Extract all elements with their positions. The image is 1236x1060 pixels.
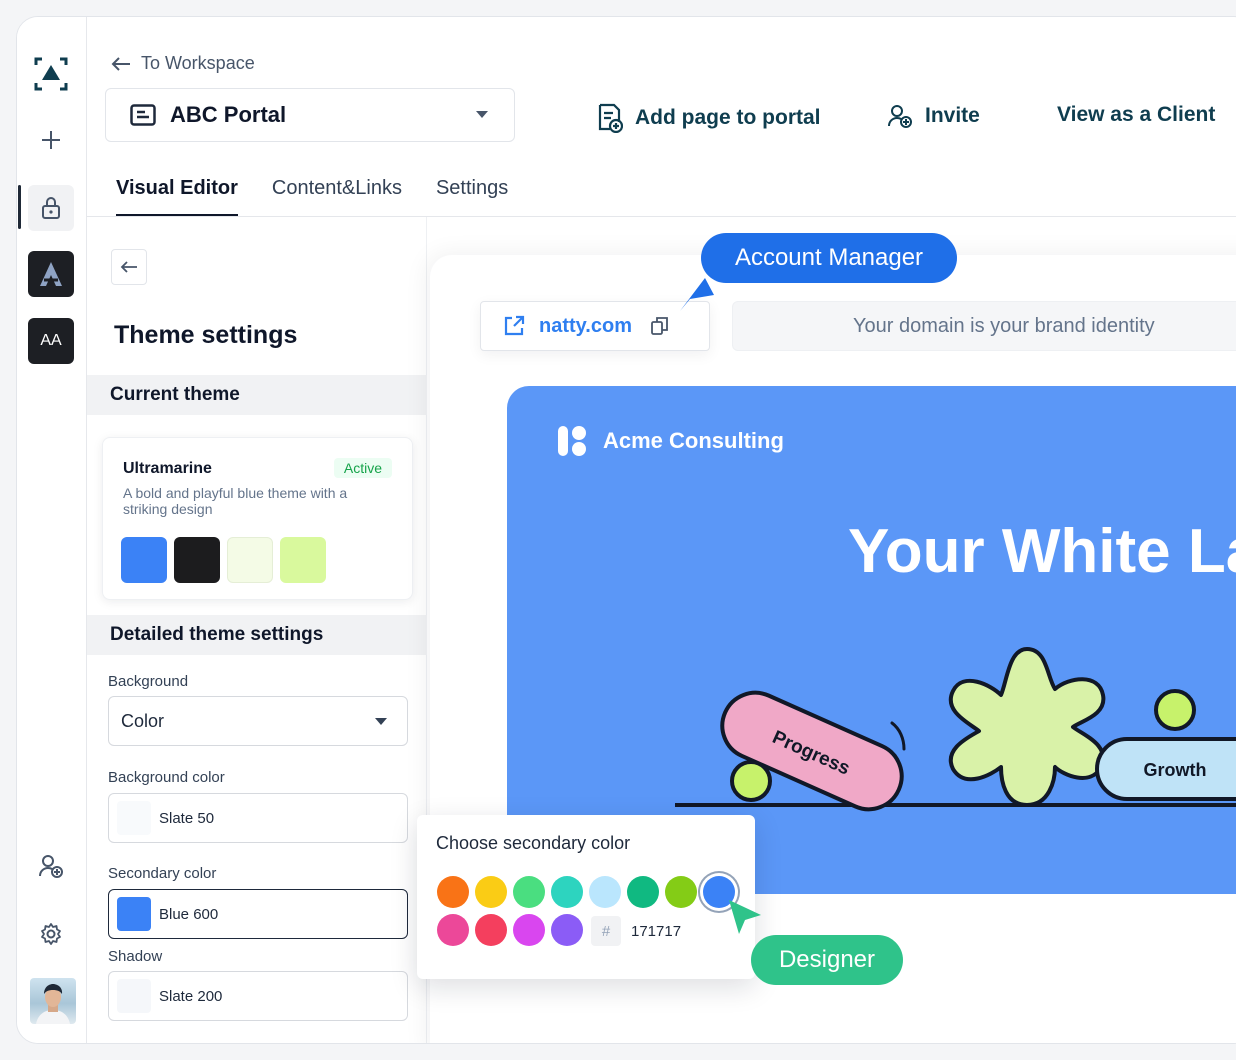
theme-swatch-cream xyxy=(227,537,273,583)
app-window: AA To Workspace ABC Portal Add page to p… xyxy=(16,16,1236,1044)
hero-title: Your White La xyxy=(848,517,1236,586)
theme-description: A bold and playful blue theme with a str… xyxy=(123,485,348,517)
external-link-icon xyxy=(504,315,525,336)
lock-icon[interactable] xyxy=(28,185,74,231)
cursor-pointer-green-icon xyxy=(729,900,761,934)
portal-name: ABC Portal xyxy=(170,102,287,127)
background-color-value: Slate 50 xyxy=(159,809,215,827)
growth-capsule: Growth xyxy=(1095,737,1236,801)
background-color-label: Background color xyxy=(108,769,225,786)
portal-selector[interactable]: ABC Portal xyxy=(105,88,515,142)
view-as-client-button[interactable]: View as a Client xyxy=(1057,103,1215,127)
tab-settings[interactable]: Settings xyxy=(436,177,508,216)
panel-title: Theme settings xyxy=(114,321,298,349)
color-option-yellow[interactable] xyxy=(475,876,507,908)
arrow-left-icon xyxy=(120,261,137,273)
add-page-button[interactable]: Add page to portal xyxy=(597,103,821,133)
domain-text: natty.com xyxy=(539,314,632,337)
designer-callout: Designer xyxy=(751,935,903,985)
chevron-down-icon xyxy=(476,111,488,118)
invite-button[interactable]: Invite xyxy=(887,103,980,129)
theme-swatch-blue xyxy=(121,537,167,583)
back-to-workspace-link[interactable]: To Workspace xyxy=(111,53,255,74)
color-option-violet[interactable] xyxy=(551,914,583,946)
color-option-pink[interactable] xyxy=(437,914,469,946)
add-user-icon[interactable] xyxy=(28,843,74,889)
editor-tabs: Visual Editor Content&Links Settings xyxy=(116,177,508,216)
hex-input[interactable]: # 171717 xyxy=(591,916,737,946)
invite-label: Invite xyxy=(925,104,980,127)
background-label: Background xyxy=(108,673,189,690)
hero-brand: Acme Consulting xyxy=(555,424,784,458)
cursor-pointer-blue-icon xyxy=(680,278,714,311)
color-option-light-blue[interactable] xyxy=(589,876,621,908)
domain-hint: Your domain is your brand identity xyxy=(732,301,1236,351)
back-link-label: To Workspace xyxy=(141,53,255,73)
theme-name: Ultramarine xyxy=(123,460,212,477)
color-chip-slate-50 xyxy=(117,801,151,835)
hero-illustration: Progress Growth xyxy=(675,647,1236,812)
logo-icon[interactable] xyxy=(28,51,74,97)
color-option-magenta[interactable] xyxy=(513,914,545,946)
acme-logo-icon xyxy=(558,426,586,456)
color-chip-blue-600 xyxy=(117,897,151,931)
add-page-icon xyxy=(598,103,623,133)
flower-shape xyxy=(948,647,1106,807)
sidebar-rail: AA xyxy=(17,17,87,1043)
view-as-client-label: View as a Client xyxy=(1057,103,1216,126)
theme-swatch-black xyxy=(174,537,220,583)
secondary-color-field[interactable]: Blue 600 xyxy=(108,889,408,939)
portal-icon xyxy=(130,104,156,126)
add-page-label: Add page to portal xyxy=(635,106,821,129)
avatar[interactable] xyxy=(30,978,76,1024)
secondary-color-picker: Choose secondary color # 171717 xyxy=(417,815,755,979)
status-badge: Active xyxy=(333,458,392,478)
detailed-theme-heading: Detailed theme settings xyxy=(87,615,427,655)
growth-label: Growth xyxy=(1144,760,1207,780)
tab-visual-editor[interactable]: Visual Editor xyxy=(116,177,238,216)
background-color-field[interactable]: Slate 50 xyxy=(108,793,408,843)
shadow-value: Slate 200 xyxy=(159,987,223,1005)
secondary-color-label: Secondary color xyxy=(108,865,217,882)
background-select[interactable]: Color xyxy=(108,696,408,746)
color-chip-slate-200 xyxy=(117,979,151,1013)
panel-back-button[interactable] xyxy=(111,249,147,285)
account-manager-callout: Account Manager xyxy=(701,233,957,283)
color-option-orange[interactable] xyxy=(437,876,469,908)
hex-value: 171717 xyxy=(631,922,682,940)
secondary-color-value: Blue 600 xyxy=(159,905,219,923)
theme-swatch-lime xyxy=(280,537,326,583)
rail-active-indicator xyxy=(18,185,21,229)
color-option-lime[interactable] xyxy=(665,876,697,908)
domain-box[interactable]: natty.com xyxy=(480,301,710,351)
picker-title: Choose secondary color xyxy=(436,833,631,853)
plus-icon[interactable] xyxy=(28,117,74,163)
workspace-a-icon[interactable] xyxy=(28,251,74,297)
copy-icon[interactable] xyxy=(650,316,670,336)
gear-icon[interactable] xyxy=(28,911,74,957)
background-value: Color xyxy=(121,710,165,731)
arrow-left-icon xyxy=(111,56,130,71)
theme-card[interactable]: Ultramarine Active A bold and playful bl… xyxy=(102,437,413,600)
brand-name: Acme Consulting xyxy=(603,428,784,453)
theme-settings-panel: Theme settings Current theme Ultramarine… xyxy=(87,217,427,1043)
color-option-teal[interactable] xyxy=(551,876,583,908)
color-option-green[interactable] xyxy=(513,876,545,908)
shadow-field[interactable]: Slate 200 xyxy=(108,971,408,1021)
shadow-label: Shadow xyxy=(108,948,163,965)
color-option-red[interactable] xyxy=(475,914,507,946)
color-option-emerald[interactable] xyxy=(627,876,659,908)
hex-prefix: # xyxy=(591,916,621,946)
current-theme-heading: Current theme xyxy=(87,375,427,415)
add-user-icon xyxy=(888,105,912,128)
tab-content-links[interactable]: Content&Links xyxy=(272,177,402,216)
chevron-down-icon xyxy=(375,718,387,725)
workspace-aa-tile[interactable]: AA xyxy=(28,318,74,364)
